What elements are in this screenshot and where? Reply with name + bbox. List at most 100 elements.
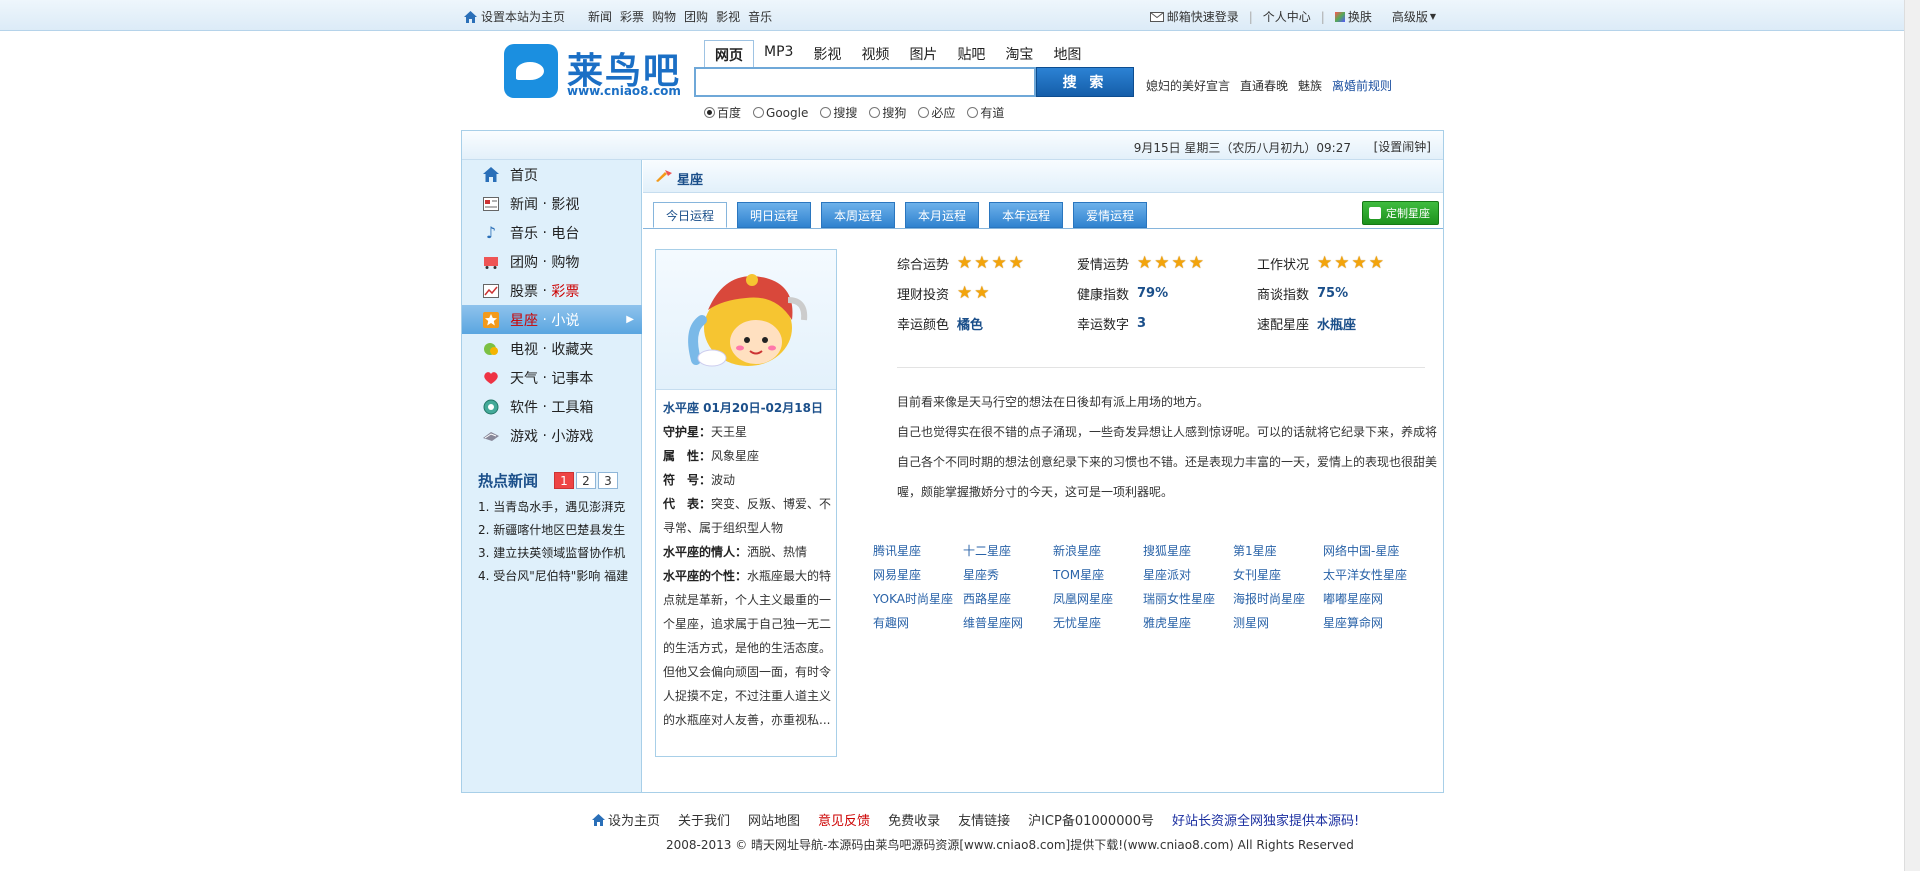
top-nav-video[interactable]: 影视 [716,8,740,25]
tab-year[interactable]: 本年运程 [989,202,1064,228]
set-homepage-link[interactable]: 设置本站为主页 [464,8,565,25]
sidebar-item-groupbuy[interactable]: 团购 · 购物 [462,247,642,276]
radio[interactable] [918,107,930,118]
search-tab-map[interactable]: 地图 [1043,40,1091,69]
tab-week[interactable]: 本周运程 [821,202,896,228]
sidebar-item-news[interactable]: 新闻 · 影视 [462,189,642,218]
zodiac-site-link[interactable]: 无忧星座 [1053,614,1101,631]
zodiac-site-link[interactable]: TOM星座 [1053,566,1104,583]
zodiac-site-link[interactable]: 星座秀 [963,566,999,583]
zodiac-site-link[interactable]: 测星网 [1233,614,1269,631]
zodiac-site-link[interactable]: 网易星座 [873,566,921,583]
search-input[interactable] [696,69,1034,95]
divider [897,367,1425,368]
sidebar-item-tv[interactable]: 电视 · 收藏夹 [462,334,642,363]
sidebar-item-game[interactable]: 游戏 · 小游戏 [462,421,642,450]
top-nav-music[interactable]: 音乐 [748,8,772,25]
radio[interactable] [869,107,881,118]
zodiac-site-link[interactable]: 有趣网 [873,614,909,631]
top-nav-news[interactable]: 新闻 [588,8,612,25]
footer-promo[interactable]: 好站长资源全网独家提供本源码! [1172,810,1359,829]
search-tab-mp3[interactable]: MP3 [754,40,803,69]
news-item[interactable]: 1. 当青岛水手，遇见澎湃克 [478,498,633,515]
radio[interactable] [820,107,832,118]
footer-about[interactable]: 关于我们 [678,810,730,829]
sidebar-item-zodiac[interactable]: 星座 · 小说 ▶ [462,305,642,334]
sidebar-item-stock[interactable]: 股票 · 彩票 [462,276,642,305]
hot-link[interactable]: 魅族 [1298,77,1322,94]
footer-feedback[interactable]: 意见反馈 [818,810,870,829]
sidebar-item-software[interactable]: 软件 · 工具箱 [462,392,642,421]
engine-bing[interactable]: 必应 [918,104,955,121]
search-tab-web[interactable]: 网页 [704,40,754,69]
profile-link[interactable]: 个人中心 [1263,8,1311,25]
hot-link[interactable]: 直通春晚 [1240,77,1288,94]
engine-sogou[interactable]: 搜狗 [869,104,906,121]
vertical-scrollbar[interactable] [1904,0,1920,871]
radio-selected[interactable] [704,107,715,118]
zodiac-site-link[interactable]: 第1星座 [1233,542,1277,559]
tab-tomorrow[interactable]: 明日运程 [737,202,812,228]
page-button[interactable]: 1 [554,472,574,489]
search-button[interactable]: 搜 索 [1036,67,1134,97]
zodiac-site-link[interactable]: 女刊星座 [1233,566,1281,583]
radio[interactable] [753,107,765,118]
search-tab-image[interactable]: 图片 [899,40,947,69]
set-alarm-link[interactable]: [设置闹钟] [1374,138,1431,155]
news-item[interactable]: 3. 建立扶英领域监督协作机 [478,544,633,561]
site-logo[interactable]: 莱鸟吧 www.cniao8.com [477,38,681,104]
zodiac-site-link[interactable]: 海报时尚星座 [1233,590,1305,607]
tab-love[interactable]: 爱情运程 [1073,202,1148,228]
skin-link[interactable]: 换肤 [1334,8,1372,25]
footer-sitemap[interactable]: 网站地图 [748,810,800,829]
zodiac-site-link[interactable]: 瑞丽女性星座 [1143,590,1215,607]
search-tab-taobao[interactable]: 淘宝 [995,40,1043,69]
footer-friend-links[interactable]: 友情链接 [958,810,1010,829]
customize-zodiac-button[interactable]: 定制星座 [1362,201,1439,225]
page-button[interactable]: 3 [598,472,618,489]
footer-set-home[interactable]: 设为主页 [592,810,660,829]
news-item[interactable]: 2. 新疆喀什地区巴楚县发生 [478,521,633,538]
tab-month[interactable]: 本月运程 [905,202,980,228]
zodiac-site-link[interactable]: 雅虎星座 [1143,614,1191,631]
sidebar-item-music[interactable]: ♪ 音乐 · 电台 [462,218,642,247]
tab-today[interactable]: 今日运程 [653,202,728,228]
zodiac-site-link[interactable]: 星座派对 [1143,566,1191,583]
top-nav-shopping[interactable]: 购物 [652,8,676,25]
engine-google[interactable]: Google [753,106,808,120]
chevron-down-icon: ▼ [1429,12,1436,21]
zodiac-site-link[interactable]: YOKA时尚星座 [873,590,953,607]
top-nav-lottery[interactable]: 彩票 [620,8,644,25]
top-nav: 新闻 彩票 购物 团购 影视 音乐 [588,8,772,25]
engine-youdao[interactable]: 有道 [967,104,1004,121]
search-tab-video[interactable]: 影视 [803,40,851,69]
zodiac-site-link[interactable]: 维普星座网 [963,614,1023,631]
radio[interactable] [967,107,979,118]
zodiac-site-link[interactable]: 十二星座 [963,542,1011,559]
zodiac-site-link[interactable]: 嘟嘟星座网 [1323,590,1383,607]
sidebar-item-weather[interactable]: 天气 · 记事本 [462,363,642,392]
sidebar-item-home[interactable]: 首页 [462,160,642,189]
hot-link[interactable]: 离婚前规则 [1332,77,1392,94]
footer-icp[interactable]: 沪ICP备01000000号 [1028,810,1154,829]
page-button[interactable]: 2 [576,472,596,489]
engine-soso[interactable]: 搜搜 [820,104,857,121]
zodiac-site-link[interactable]: 搜狐星座 [1143,542,1191,559]
search-tab-clip[interactable]: 视频 [851,40,899,69]
zodiac-site-link[interactable]: 新浪星座 [1053,542,1101,559]
news-item[interactable]: 4. 受台风"尼伯特"影响 福建 [478,567,633,584]
zodiac-site-link[interactable]: 星座算命网 [1323,614,1383,631]
zodiac-site-link[interactable]: 西路星座 [963,590,1011,607]
search-tab-tieba[interactable]: 贴吧 [947,40,995,69]
zodiac-site-link[interactable]: 太平洋女性星座 [1323,566,1407,583]
zodiac-site-link[interactable]: 凤凰网星座 [1053,590,1113,607]
top-nav-groupbuy[interactable]: 团购 [684,8,708,25]
email-login-link[interactable]: 邮箱快速登录 [1149,8,1239,25]
engine-baidu[interactable]: 百度 [704,104,741,121]
set-homepage-label: 设置本站为主页 [481,10,566,24]
zodiac-site-link[interactable]: 腾讯星座 [873,542,921,559]
footer-free-submit[interactable]: 免费收录 [888,810,940,829]
zodiac-site-link[interactable]: 网络中国-星座 [1323,542,1399,559]
hot-link[interactable]: 媳妇的美好宣言 [1146,77,1230,94]
advanced-dropdown[interactable]: 高级版 ▼ [1392,8,1436,25]
